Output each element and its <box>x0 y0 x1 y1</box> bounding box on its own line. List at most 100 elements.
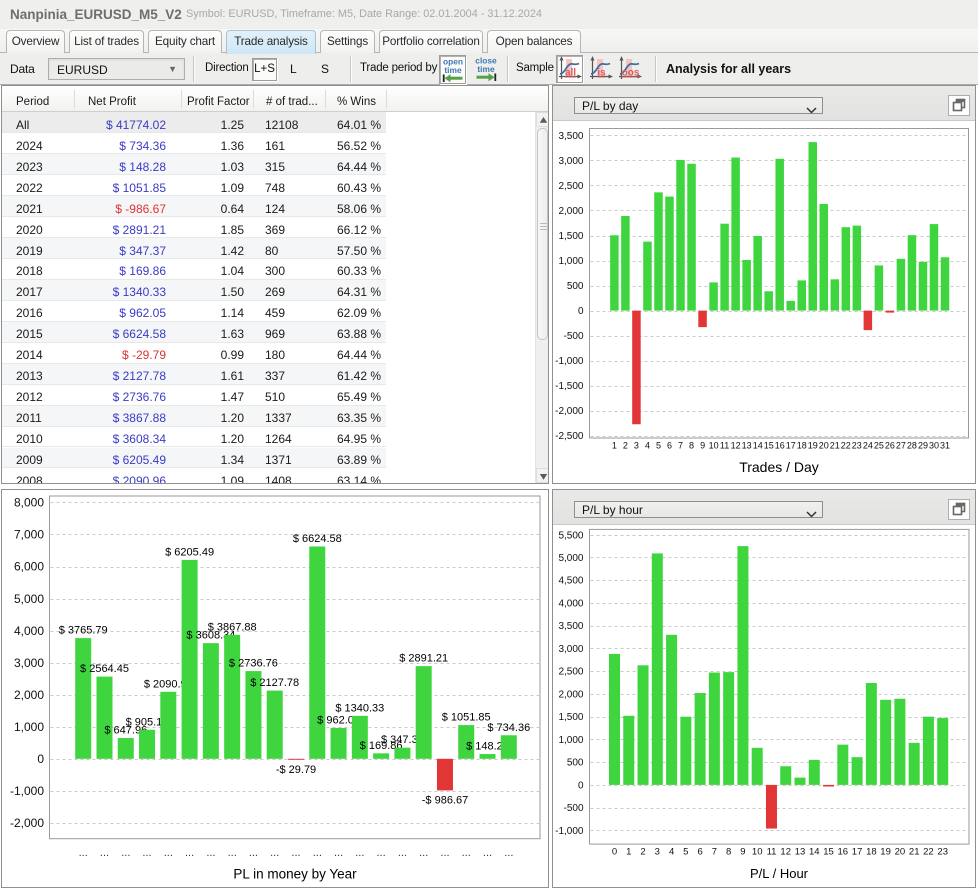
svg-text:13: 13 <box>742 441 752 451</box>
svg-text:22: 22 <box>841 441 851 451</box>
svg-text:1,500: 1,500 <box>558 712 583 723</box>
svg-text:11: 11 <box>720 441 729 451</box>
svg-text:...: ... <box>100 847 109 859</box>
svg-text:$ 2564.45: $ 2564.45 <box>80 663 129 675</box>
svg-text:-2,000: -2,000 <box>10 816 44 830</box>
svg-text:23: 23 <box>852 441 862 451</box>
svg-text:23: 23 <box>937 847 948 858</box>
svg-text:is: is <box>597 68 606 79</box>
svg-text:4: 4 <box>645 441 650 451</box>
svg-text:3,500: 3,500 <box>558 621 583 632</box>
svg-text:14: 14 <box>753 441 763 451</box>
svg-text:1,000: 1,000 <box>558 256 583 267</box>
svg-text:5,000: 5,000 <box>14 592 44 606</box>
svg-text:31: 31 <box>940 441 950 451</box>
svg-text:3: 3 <box>655 847 660 858</box>
svg-text:$ 734.36: $ 734.36 <box>487 722 530 734</box>
svg-text:3,500: 3,500 <box>558 131 583 142</box>
svg-text:14: 14 <box>809 847 820 858</box>
svg-text:0: 0 <box>37 752 44 766</box>
svg-text:$ 2127.78: $ 2127.78 <box>250 677 299 689</box>
svg-text:11: 11 <box>767 847 777 858</box>
svg-text:12: 12 <box>780 847 791 858</box>
svg-text:20: 20 <box>895 847 906 858</box>
svg-text:7: 7 <box>712 847 717 858</box>
svg-text:0: 0 <box>578 306 584 317</box>
svg-text:8: 8 <box>689 441 694 451</box>
svg-text:25: 25 <box>874 441 884 451</box>
svg-text:18: 18 <box>797 441 807 451</box>
svg-text:500: 500 <box>567 758 584 769</box>
svg-text:18: 18 <box>866 847 877 858</box>
svg-text:10: 10 <box>709 441 719 451</box>
svg-text:...: ... <box>270 847 279 859</box>
svg-text:$ 2891.21: $ 2891.21 <box>399 653 448 665</box>
svg-text:-500: -500 <box>563 331 583 342</box>
svg-text:5,500: 5,500 <box>558 530 583 541</box>
svg-text:9: 9 <box>700 441 705 451</box>
svg-text:3: 3 <box>634 441 639 451</box>
svg-text:0: 0 <box>612 847 617 858</box>
svg-text:6: 6 <box>697 847 702 858</box>
svg-text:...: ... <box>228 847 237 859</box>
svg-text:...: ... <box>291 847 300 859</box>
svg-text:-$ 29.79: -$ 29.79 <box>276 764 316 776</box>
svg-text:time: time <box>444 65 462 75</box>
svg-text:...: ... <box>377 847 386 859</box>
svg-text:...: ... <box>79 847 88 859</box>
svg-text:6: 6 <box>667 441 672 451</box>
svg-text:4,000: 4,000 <box>14 624 44 638</box>
svg-text:-1,000: -1,000 <box>10 784 44 798</box>
svg-text:12: 12 <box>731 441 741 451</box>
svg-text:...: ... <box>142 847 151 859</box>
svg-text:19: 19 <box>808 441 818 451</box>
svg-text:...: ... <box>504 847 513 859</box>
svg-text:6,000: 6,000 <box>14 560 44 574</box>
svg-text:1,000: 1,000 <box>558 735 583 746</box>
svg-text:-2,000: -2,000 <box>555 406 584 417</box>
svg-text:16: 16 <box>775 441 785 451</box>
svg-text:2,500: 2,500 <box>558 181 583 192</box>
svg-text:...: ... <box>440 847 449 859</box>
svg-text:8,000: 8,000 <box>14 496 44 510</box>
svg-text:...: ... <box>313 847 322 859</box>
svg-text:-2,500: -2,500 <box>555 431 584 442</box>
svg-text:22: 22 <box>923 847 934 858</box>
svg-text:...: ... <box>355 847 364 859</box>
svg-text:2,000: 2,000 <box>558 689 583 700</box>
svg-text:PL in money by Year: PL in money by Year <box>233 867 357 882</box>
svg-text:13: 13 <box>795 847 806 858</box>
svg-text:time: time <box>477 64 495 74</box>
svg-text:$ 6624.58: $ 6624.58 <box>293 533 342 545</box>
svg-text:0: 0 <box>578 780 584 791</box>
svg-text:...: ... <box>334 847 343 859</box>
svg-text:9: 9 <box>740 847 745 858</box>
svg-text:2: 2 <box>640 847 645 858</box>
svg-text:24: 24 <box>863 441 873 451</box>
svg-text:1: 1 <box>612 441 617 451</box>
svg-text:$ 3765.79: $ 3765.79 <box>59 625 108 637</box>
svg-text:...: ... <box>206 847 215 859</box>
svg-text:...: ... <box>483 847 492 859</box>
svg-text:1,000: 1,000 <box>14 720 44 734</box>
svg-text:$ 1051.85: $ 1051.85 <box>442 712 491 724</box>
svg-text:30: 30 <box>929 441 939 451</box>
svg-text:17: 17 <box>786 441 796 451</box>
svg-text:15: 15 <box>764 441 774 451</box>
svg-text:21: 21 <box>830 441 840 451</box>
svg-text:3,000: 3,000 <box>558 156 583 167</box>
svg-text:2,000: 2,000 <box>558 206 583 217</box>
svg-text:3,000: 3,000 <box>14 656 44 670</box>
svg-text:1: 1 <box>626 847 631 858</box>
svg-text:1,500: 1,500 <box>558 231 583 242</box>
svg-text:3,000: 3,000 <box>558 644 583 655</box>
svg-text:$ 6205.49: $ 6205.49 <box>165 546 214 558</box>
svg-text:7,000: 7,000 <box>14 528 44 542</box>
svg-text:...: ... <box>185 847 194 859</box>
svg-text:-1,500: -1,500 <box>555 381 584 392</box>
svg-text:P/L / Hour: P/L / Hour <box>750 866 809 881</box>
svg-text:21: 21 <box>909 847 920 858</box>
svg-text:5: 5 <box>683 847 688 858</box>
svg-text:4,000: 4,000 <box>558 599 583 610</box>
svg-text:...: ... <box>121 847 130 859</box>
